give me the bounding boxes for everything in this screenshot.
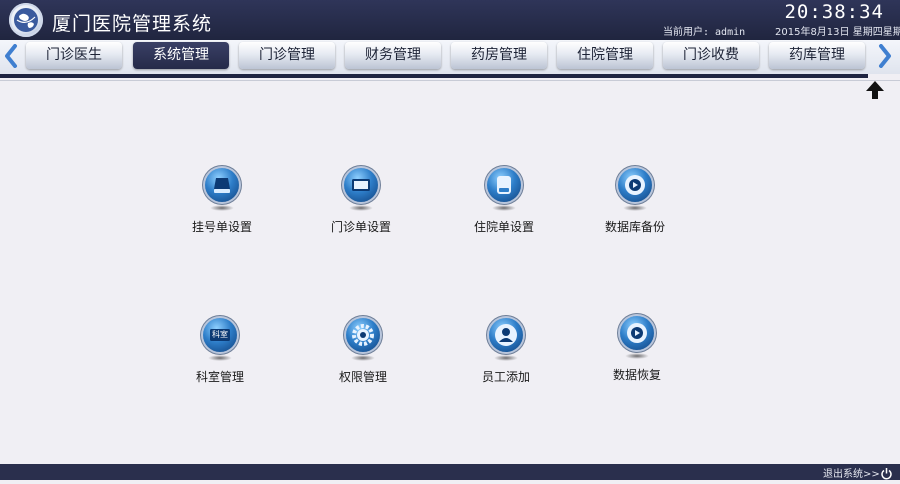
tab-outpatient-management[interactable]: 门诊管理 (239, 42, 335, 69)
app-permission-management[interactable]: 权限管理 (303, 318, 423, 398)
app-label: 数据库备份 (604, 220, 665, 234)
department-badge: 科室 (212, 330, 228, 339)
collapse-up-arrow-icon[interactable] (864, 80, 886, 104)
app-label: 员工添加 (481, 370, 530, 384)
tab-pharmacy-management[interactable]: 药房管理 (451, 42, 547, 69)
tab-finance-management[interactable]: 财务管理 (345, 42, 441, 69)
app-outpatient-form-settings[interactable]: 门诊单设置 (301, 168, 421, 248)
nav-next-chevron-icon[interactable] (876, 42, 894, 70)
title-bar: 厦门医院管理系统 20:38:34 当前用户: admin 2015年8月13日… (0, 0, 900, 40)
power-icon[interactable] (880, 465, 893, 484)
app-department-management[interactable]: 科室 科室管理 (160, 318, 280, 398)
app-database-backup[interactable]: 数据库备份 (575, 168, 695, 248)
tab-inpatient-management[interactable]: 住院管理 (557, 42, 653, 69)
tab-system-management[interactable]: 系统管理 (133, 42, 229, 69)
register-form-icon (205, 168, 239, 202)
inpatient-form-icon (487, 168, 521, 202)
tab-outpatient-doctor[interactable]: 门诊医生 (26, 42, 122, 69)
app-register-form-settings[interactable]: 挂号单设置 (162, 168, 282, 248)
content-top-border (0, 80, 900, 81)
outpatient-form-icon (344, 168, 378, 202)
database-backup-icon (618, 168, 652, 202)
logo-globe-icon (9, 3, 43, 37)
current-date: 2015年8月13日 星期四星期 (775, 27, 900, 38)
nav-prev-chevron-icon[interactable] (2, 42, 20, 70)
app-label: 住院单设置 (473, 220, 534, 234)
tab-outpatient-billing[interactable]: 门诊收费 (663, 42, 759, 69)
app-inpatient-form-settings[interactable]: 住院单设置 (444, 168, 564, 248)
app-label: 挂号单设置 (191, 220, 252, 234)
data-restore-icon (620, 316, 654, 350)
tab-drug-store-management[interactable]: 药库管理 (769, 42, 865, 69)
add-employee-icon (489, 318, 523, 352)
app-label: 数据恢复 (612, 368, 661, 382)
app-title: 厦门医院管理系统 (52, 13, 213, 35)
permission-gear-icon (346, 318, 380, 352)
department-icon: 科室 (203, 318, 237, 352)
app-label: 门诊单设置 (330, 220, 391, 234)
app-data-restore[interactable]: 数据恢复 (577, 316, 697, 396)
app-label: 权限管理 (338, 370, 387, 384)
nav-divider (0, 74, 868, 78)
status-bar: 退出系统>> (0, 464, 900, 480)
app-add-employee[interactable]: 员工添加 (446, 318, 566, 398)
module-nav-bar: 门诊医生 系统管理 门诊管理 财务管理 药房管理 住院管理 门诊收费 药库管理 (0, 40, 900, 74)
exit-system-link[interactable]: 退出系统>> (823, 465, 880, 480)
current-user: 当前用户: admin (663, 27, 746, 38)
app-label: 科室管理 (195, 370, 244, 384)
clock: 20:38:34 (784, 1, 884, 23)
